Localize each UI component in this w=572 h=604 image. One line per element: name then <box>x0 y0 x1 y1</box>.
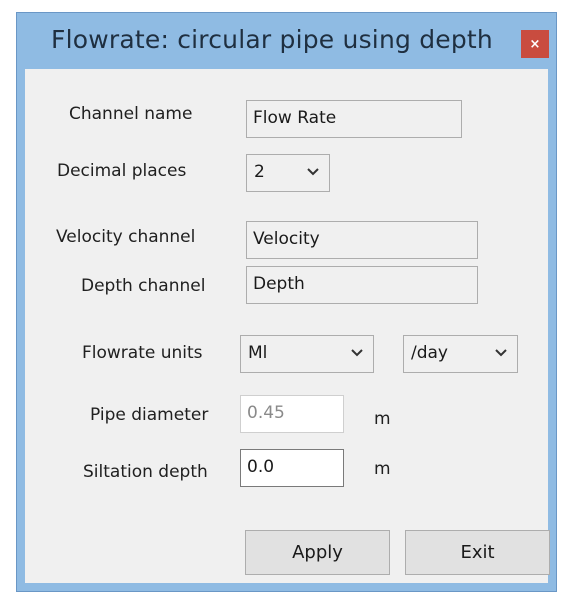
velocity-channel-label: Velocity channel <box>56 227 196 247</box>
velocity-channel-input[interactable]: Velocity <box>246 221 478 259</box>
decimal-places-select[interactable]: 2 <box>246 154 330 192</box>
close-button[interactable]: × <box>521 30 549 58</box>
pipe-diameter-label: Pipe diameter <box>90 405 209 425</box>
flowrate-period-value: /day <box>411 343 448 363</box>
dialog-window: Flowrate: circular pipe using depth × Ch… <box>16 12 557 592</box>
flowrate-period-select[interactable]: /day <box>403 335 518 373</box>
close-icon: × <box>529 36 541 52</box>
title-bar[interactable]: Flowrate: circular pipe using depth × <box>17 13 556 69</box>
chevron-down-icon <box>351 349 363 357</box>
pipe-diameter-unit: m <box>374 409 391 429</box>
depth-channel-label: Depth channel <box>81 276 206 296</box>
flowrate-units-label: Flowrate units <box>82 343 203 363</box>
chevron-down-icon <box>307 168 319 176</box>
channel-name-input[interactable]: Flow Rate <box>246 100 462 138</box>
window-title: Flowrate: circular pipe using depth <box>51 25 493 54</box>
decimal-places-label-text: Decimal places <box>57 161 187 181</box>
decimal-places-label: Decimal places <box>57 161 186 181</box>
depth-channel-input[interactable]: Depth <box>246 266 478 304</box>
flowrate-units-select[interactable]: Ml <box>240 335 374 373</box>
apply-button[interactable]: Apply <box>245 530 390 575</box>
channel-name-label: Channel name <box>69 104 193 124</box>
decimal-places-value: 2 <box>254 162 265 182</box>
pipe-diameter-input[interactable]: 0.45 <box>240 395 344 433</box>
chevron-down-icon <box>495 349 507 357</box>
exit-button[interactable]: Exit <box>405 530 550 575</box>
flowrate-units-value: Ml <box>248 343 268 363</box>
siltation-depth-input[interactable]: 0.0 <box>240 449 344 487</box>
dialog-body: Channel name Flow Rate Decimal places 2 … <box>25 69 550 583</box>
siltation-depth-unit: m <box>374 459 391 479</box>
siltation-depth-label: Siltation depth <box>83 462 208 482</box>
